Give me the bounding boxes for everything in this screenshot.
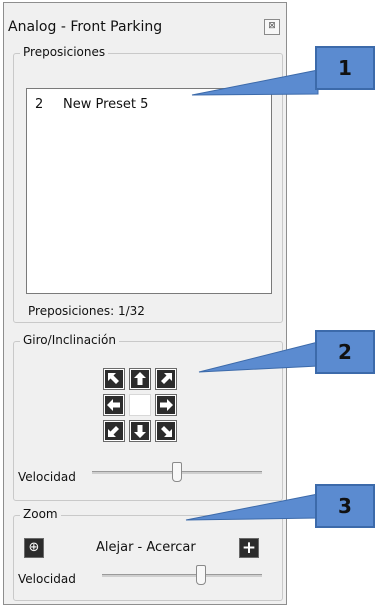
presets-legend: Preposiciones — [20, 45, 109, 59]
presets-list[interactable]: 2 New Preset 5 — [26, 88, 272, 294]
ptz-panel: Analog - Front Parking ⊠ Preposiciones 2… — [3, 2, 287, 605]
zoom-speed-slider[interactable] — [196, 565, 207, 585]
zoom-legend: Zoom — [20, 507, 61, 521]
pan-tilt-legend: Giro/Inclinación — [20, 333, 119, 347]
pan-up-left-button[interactable] — [103, 368, 125, 390]
callout-3: 3 — [315, 484, 375, 528]
pan-up-right-button[interactable] — [155, 368, 177, 390]
list-item[interactable]: 2 New Preset 5 — [35, 97, 148, 112]
pan-speed-label: Velocidad — [18, 470, 76, 484]
zoom-out-button[interactable]: ⊕ — [24, 538, 44, 558]
preset-number: 2 — [35, 97, 44, 112]
zoom-in-icon: + — [241, 538, 257, 558]
pan-tilt-center — [129, 394, 151, 416]
preset-name: New Preset 5 — [63, 97, 149, 112]
window-title: Analog - Front Parking — [8, 19, 163, 35]
callout-2: 2 — [315, 330, 375, 374]
pan-speed-slider[interactable] — [172, 462, 182, 482]
tilt-up-button[interactable] — [129, 368, 151, 390]
zoom-in-button[interactable]: + — [239, 538, 259, 558]
zoom-speed-label: Velocidad — [18, 572, 76, 586]
pan-tilt-group: Giro/Inclinación Velocidad — [13, 333, 283, 501]
zoom-speed-track[interactable] — [102, 574, 262, 577]
tilt-down-button[interactable] — [129, 420, 151, 442]
pan-left-button[interactable] — [103, 394, 125, 416]
pan-down-left-button[interactable] — [103, 420, 125, 442]
close-icon[interactable]: ⊠ — [264, 19, 280, 35]
zoom-out-icon: ⊕ — [28, 540, 40, 555]
callout-1: 1 — [315, 46, 375, 90]
zoom-label: Alejar - Acercar — [96, 540, 196, 555]
zoom-group: Zoom ⊕ Alejar - Acercar + Velocidad — [13, 507, 283, 601]
presets-count: Preposiciones: 1/32 — [28, 304, 145, 318]
presets-group: Preposiciones 2 New Preset 5 Preposicione… — [13, 45, 283, 323]
pan-right-button[interactable] — [155, 394, 177, 416]
pan-down-right-button[interactable] — [155, 420, 177, 442]
